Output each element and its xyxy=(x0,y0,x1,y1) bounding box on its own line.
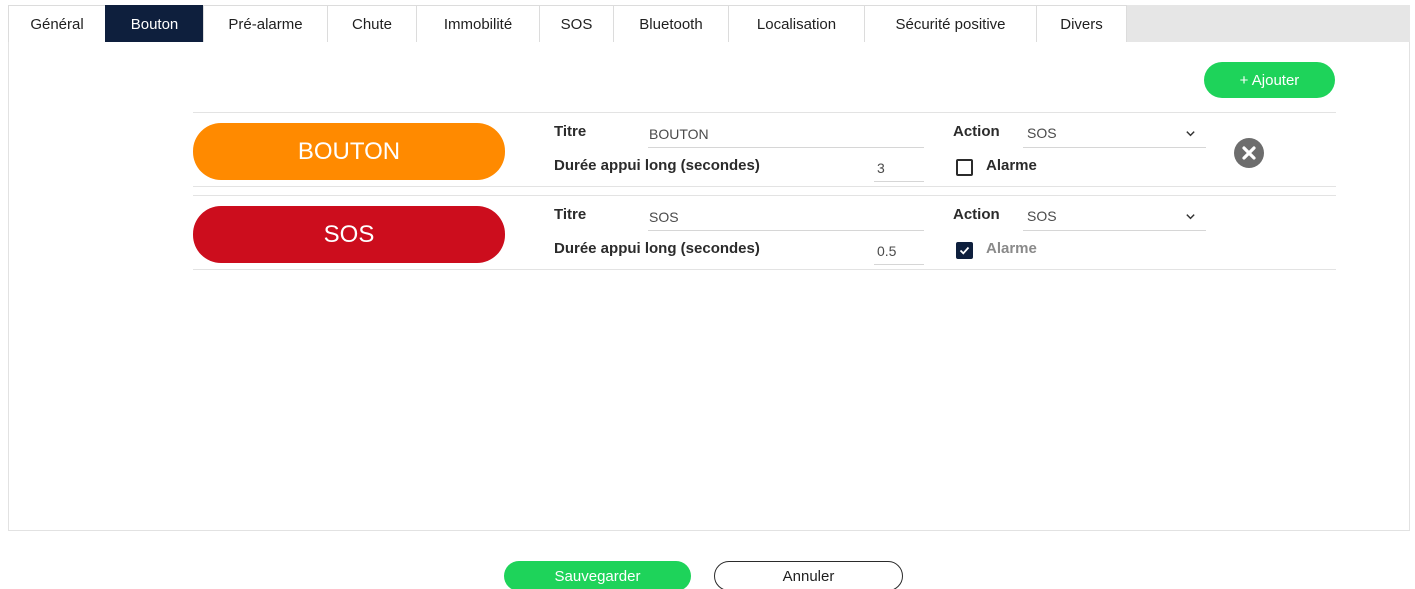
tab-pre-alarme[interactable]: Pré-alarme xyxy=(203,5,327,42)
action-select[interactable]: SOS xyxy=(1023,121,1206,148)
tab-securite-positive[interactable]: Sécurité positive xyxy=(864,5,1036,42)
button-preview-pill[interactable]: BOUTON xyxy=(193,123,505,180)
check-icon xyxy=(959,246,970,255)
tab-divers[interactable]: Divers xyxy=(1036,5,1126,42)
alarm-checkbox[interactable] xyxy=(956,242,973,259)
duration-label: Durée appui long (secondes) xyxy=(554,240,760,257)
save-button[interactable]: Sauvegarder xyxy=(504,561,691,589)
action-select[interactable]: SOS xyxy=(1023,204,1206,231)
action-select-value: SOS xyxy=(1027,208,1057,224)
close-circle-icon[interactable] xyxy=(1234,138,1264,168)
duration-label: Durée appui long (secondes) xyxy=(554,157,760,174)
tab-sos[interactable]: SOS xyxy=(539,5,613,42)
title-label: Titre xyxy=(554,206,587,223)
duration-input[interactable] xyxy=(874,238,924,265)
title-label: Titre xyxy=(554,123,587,140)
add-button[interactable]: + Ajouter xyxy=(1204,62,1335,98)
button-preview-pill[interactable]: SOS xyxy=(193,206,505,263)
duration-input[interactable] xyxy=(874,155,924,182)
title-input[interactable] xyxy=(648,121,924,148)
tab-bouton[interactable]: Bouton xyxy=(105,5,203,42)
chevron-down-icon xyxy=(1186,131,1195,137)
button-row: SOS Titre Durée appui long (secondes) Ac… xyxy=(193,195,1336,270)
tab-bar: Général Bouton Pré-alarme Chute Immobili… xyxy=(8,5,1410,52)
tab-immobilite[interactable]: Immobilité xyxy=(416,5,539,42)
action-select-value: SOS xyxy=(1027,125,1057,141)
action-label: Action xyxy=(953,123,1000,140)
action-label: Action xyxy=(953,206,1000,223)
tab-localisation[interactable]: Localisation xyxy=(728,5,864,42)
button-row: BOUTON Titre Durée appui long (secondes)… xyxy=(193,112,1336,187)
alarm-label: Alarme xyxy=(986,240,1037,257)
alarm-label: Alarme xyxy=(986,157,1037,174)
cancel-button[interactable]: Annuler xyxy=(714,561,903,589)
tab-general[interactable]: Général xyxy=(8,5,105,42)
chevron-down-icon xyxy=(1186,214,1195,220)
alarm-checkbox[interactable] xyxy=(956,159,973,176)
title-input[interactable] xyxy=(648,204,924,231)
tab-bluetooth[interactable]: Bluetooth xyxy=(613,5,728,42)
tab-chute[interactable]: Chute xyxy=(327,5,416,42)
